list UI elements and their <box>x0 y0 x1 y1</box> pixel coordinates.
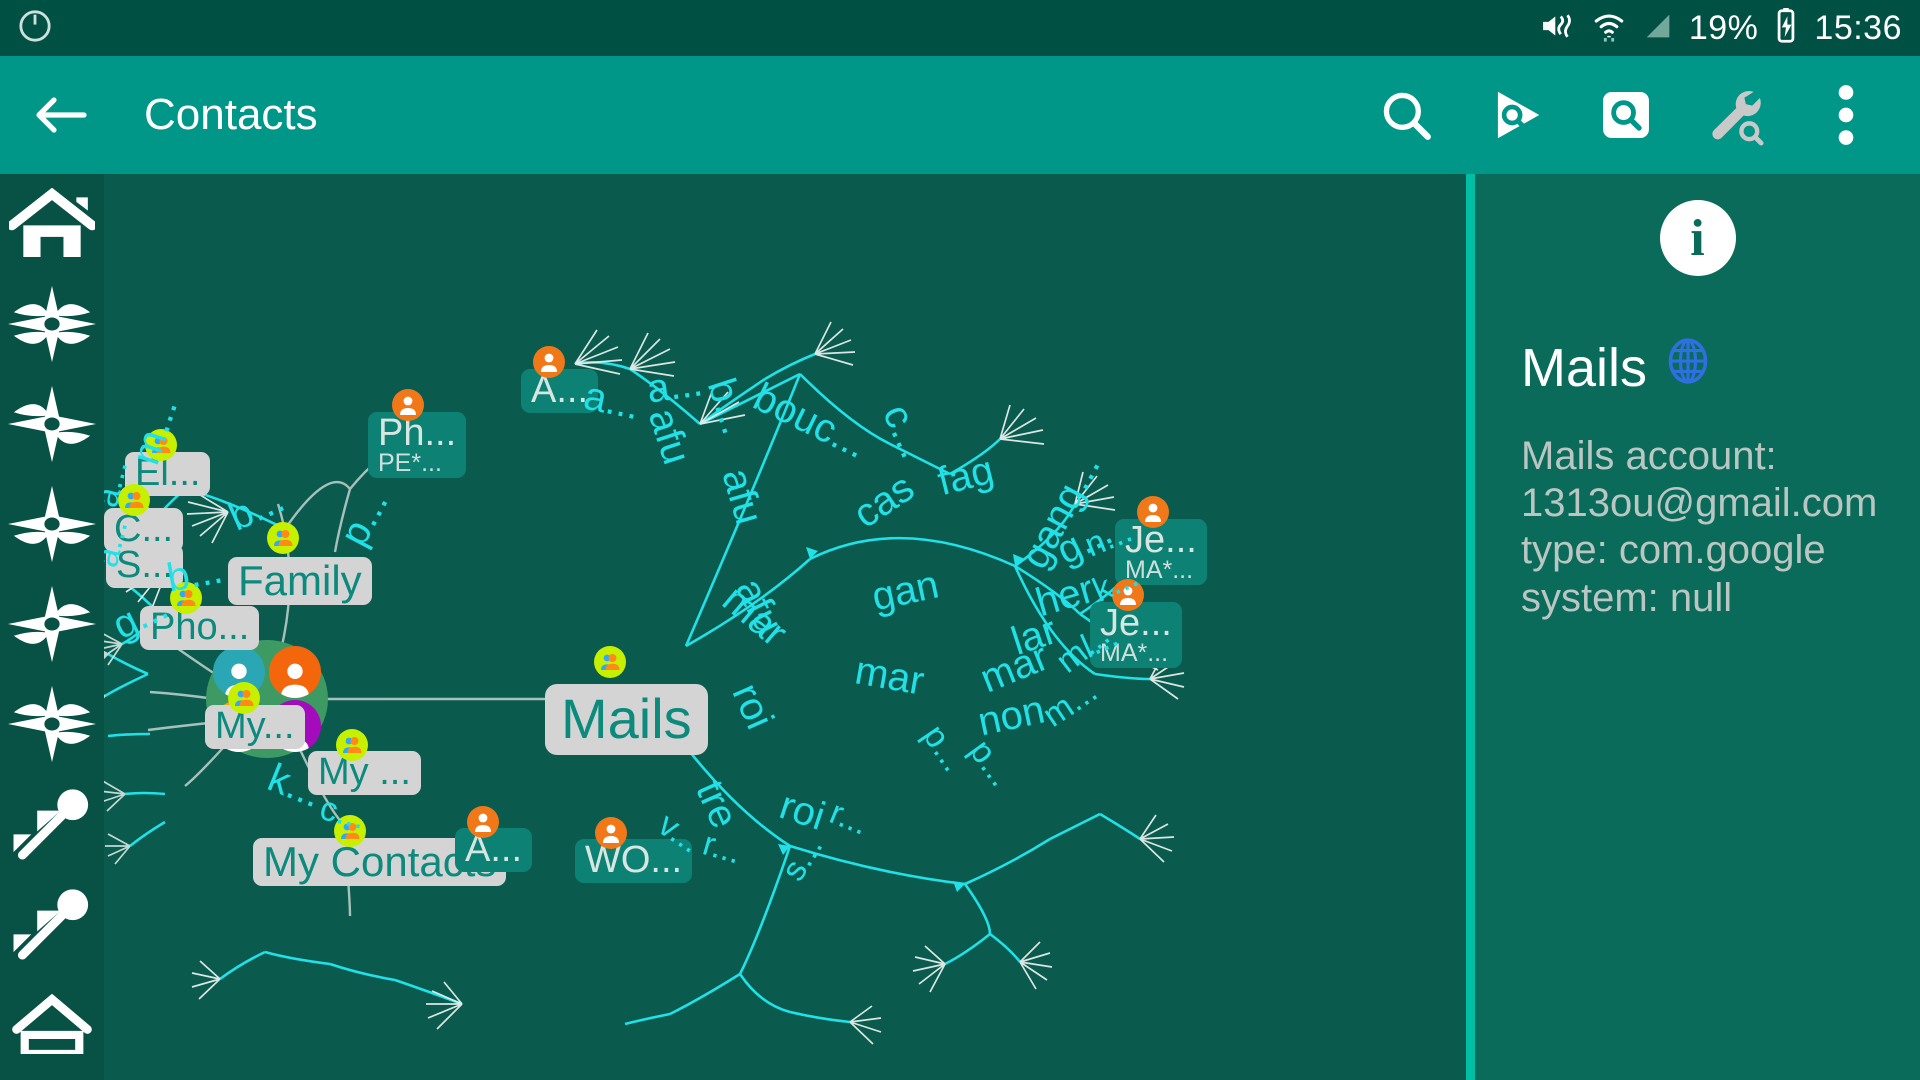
wrench-search-icon[interactable] <box>1704 83 1768 147</box>
compass-icon-3[interactable] <box>0 474 104 574</box>
person-badge-icon <box>533 346 565 378</box>
edge-label: b... <box>163 547 226 601</box>
graph-node-contact[interactable]: My... <box>205 705 305 749</box>
info-panel-title: Mails <box>1521 337 1648 398</box>
mute-vibrate-icon <box>1539 9 1577 48</box>
person-badge-icon <box>392 389 424 421</box>
graph-node-family[interactable]: Family <box>228 557 372 606</box>
pin-icon-1[interactable] <box>0 774 104 874</box>
signal-icon <box>1641 9 1675 48</box>
globe-icon <box>1663 336 1713 399</box>
info-panel-title-row: Mails <box>1521 336 1920 399</box>
person-badge-icon <box>1137 496 1169 528</box>
page-title: Contacts <box>144 90 318 139</box>
group-badge-icon <box>594 646 626 678</box>
play-search-icon[interactable] <box>1484 83 1548 147</box>
compass-icon-5[interactable] <box>0 674 104 774</box>
battery-percent-text: 19% <box>1688 8 1759 47</box>
graph-node-mails[interactable]: Mails <box>545 684 708 755</box>
info-icon[interactable]: i <box>1659 200 1736 276</box>
back-button[interactable] <box>28 83 92 147</box>
status-bar-right: 19% 15:36 <box>1539 7 1902 49</box>
graph-node-contact[interactable]: Ph... PE*... <box>368 412 467 479</box>
group-badge-icon <box>267 522 299 554</box>
compass-icon-4[interactable] <box>0 574 104 674</box>
avatar <box>269 646 321 698</box>
home-icon[interactable] <box>0 174 104 274</box>
content-area: Mails Family My Contacts Ph... PE*... A.… <box>0 174 1920 1080</box>
wifi-icon <box>1591 9 1627 48</box>
group-badge-icon <box>228 682 260 714</box>
home-outline-icon[interactable] <box>0 974 104 1074</box>
person-badge-icon <box>467 806 499 838</box>
contact-name: My... <box>215 705 295 747</box>
contact-name: My ... <box>318 751 411 793</box>
info-icon-wrapper: i <box>1475 200 1920 276</box>
group-badge-icon <box>336 729 368 761</box>
app-status-icon <box>18 9 52 48</box>
pane-divider[interactable] <box>1466 174 1475 1080</box>
status-bar: 19% 15:36 <box>0 0 1920 56</box>
contact-name: Ph... <box>378 412 457 454</box>
search-icon[interactable] <box>1374 83 1438 147</box>
graph-canvas[interactable]: Mails Family My Contacts Ph... PE*... A.… <box>0 174 1466 1080</box>
person-badge-icon <box>595 817 627 849</box>
left-tool-rail <box>0 174 104 1080</box>
pin-icon-2[interactable] <box>0 874 104 974</box>
info-panel: i Mails Mails account: 1313ou@gmail.com … <box>1475 174 1920 1080</box>
battery-charging-icon <box>1772 7 1800 49</box>
clock-text: 15:36 <box>1814 8 1902 47</box>
info-panel-details: Mails account: 1313ou@gmail.com type: co… <box>1521 434 1878 620</box>
compass-icon-2[interactable] <box>0 374 104 474</box>
compass-icon-1[interactable] <box>0 274 104 374</box>
toolbar-actions <box>1374 83 1892 147</box>
boxed-search-icon[interactable] <box>1594 83 1658 147</box>
app-toolbar: Contacts <box>0 56 1920 174</box>
overflow-menu-icon[interactable] <box>1814 83 1878 147</box>
status-bar-left <box>18 9 52 48</box>
graph-node-contact[interactable]: A... <box>455 828 533 872</box>
